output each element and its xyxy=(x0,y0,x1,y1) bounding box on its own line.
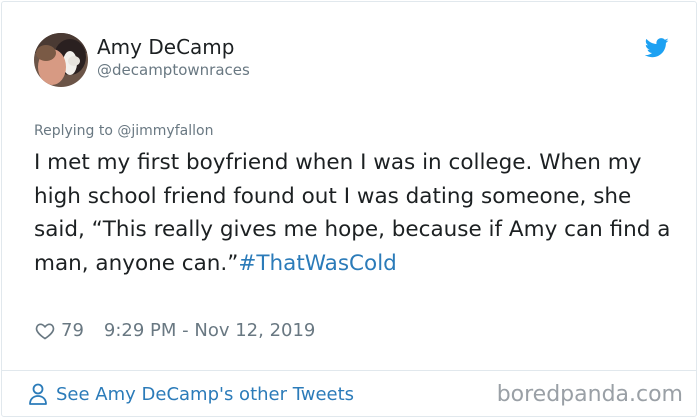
tweet-text: I met my first boyfriend when I was in c… xyxy=(34,146,684,280)
twitter-bird-icon[interactable] xyxy=(645,38,669,58)
display-name[interactable]: Amy DeCamp xyxy=(97,35,234,59)
hashtag-link[interactable]: #ThatWasCold xyxy=(238,251,396,276)
divider xyxy=(2,370,696,371)
avatar-photo xyxy=(34,33,88,87)
tweet-meta: 79 9:29 PM - Nov 12, 2019 xyxy=(35,320,315,341)
person-icon xyxy=(29,383,47,405)
replying-to[interactable]: Replying to @jimmyfallon xyxy=(34,123,213,139)
timestamp[interactable]: 9:29 PM - Nov 12, 2019 xyxy=(104,320,315,341)
see-other-tweets-label: See Amy DeCamp's other Tweets xyxy=(56,383,355,405)
avatar[interactable] xyxy=(34,33,88,87)
heart-icon[interactable] xyxy=(35,321,55,341)
see-other-tweets-link[interactable]: See Amy DeCamp's other Tweets xyxy=(28,383,354,405)
like-count[interactable]: 79 xyxy=(61,320,84,341)
tweet-card: Amy DeCamp @decamptownraces Replying to … xyxy=(1,1,697,417)
watermark: boredpanda.com xyxy=(496,382,683,407)
user-handle[interactable]: @decamptownraces xyxy=(97,61,250,79)
